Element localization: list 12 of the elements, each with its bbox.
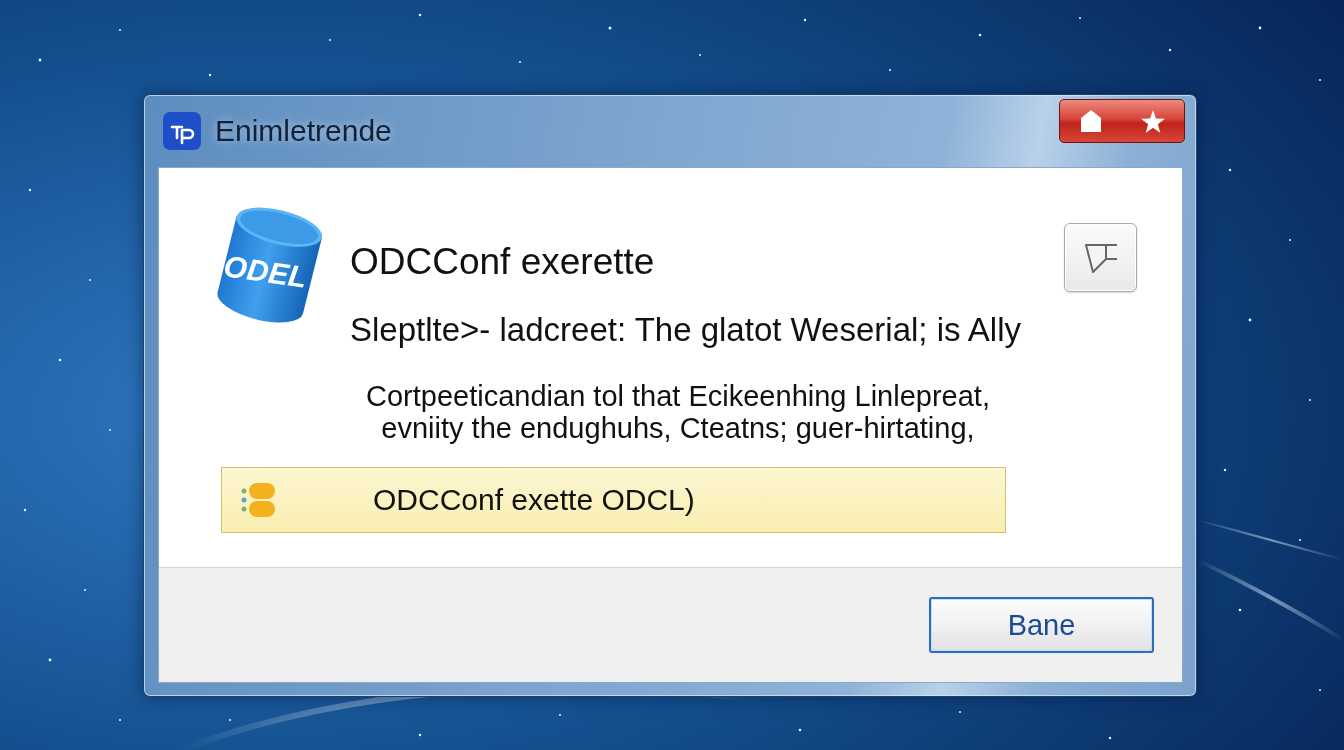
notice-text: ODCConf exette ODCL) — [373, 483, 695, 517]
app-icon — [163, 112, 201, 150]
message-heading: ODCConf exerette — [350, 241, 656, 283]
window-title: Enimletrende — [215, 114, 392, 148]
message-subheading: Sleptlte>- ladcreet: The glatot Weserial; is Ally — [350, 311, 1023, 349]
message-body: Cortpeeticandian tol that Ecikeenhing Linlepreat, evniity the endughuhs, Cteatns; guer-hirtating, — [365, 380, 991, 444]
corner-button[interactable] — [1064, 223, 1137, 292]
house-icon — [1081, 110, 1101, 132]
dialog-button[interactable]: Bane — [929, 597, 1154, 653]
star-icon — [1141, 109, 1165, 133]
funnel-icon — [1083, 242, 1118, 273]
double-pill-icon — [240, 483, 275, 517]
